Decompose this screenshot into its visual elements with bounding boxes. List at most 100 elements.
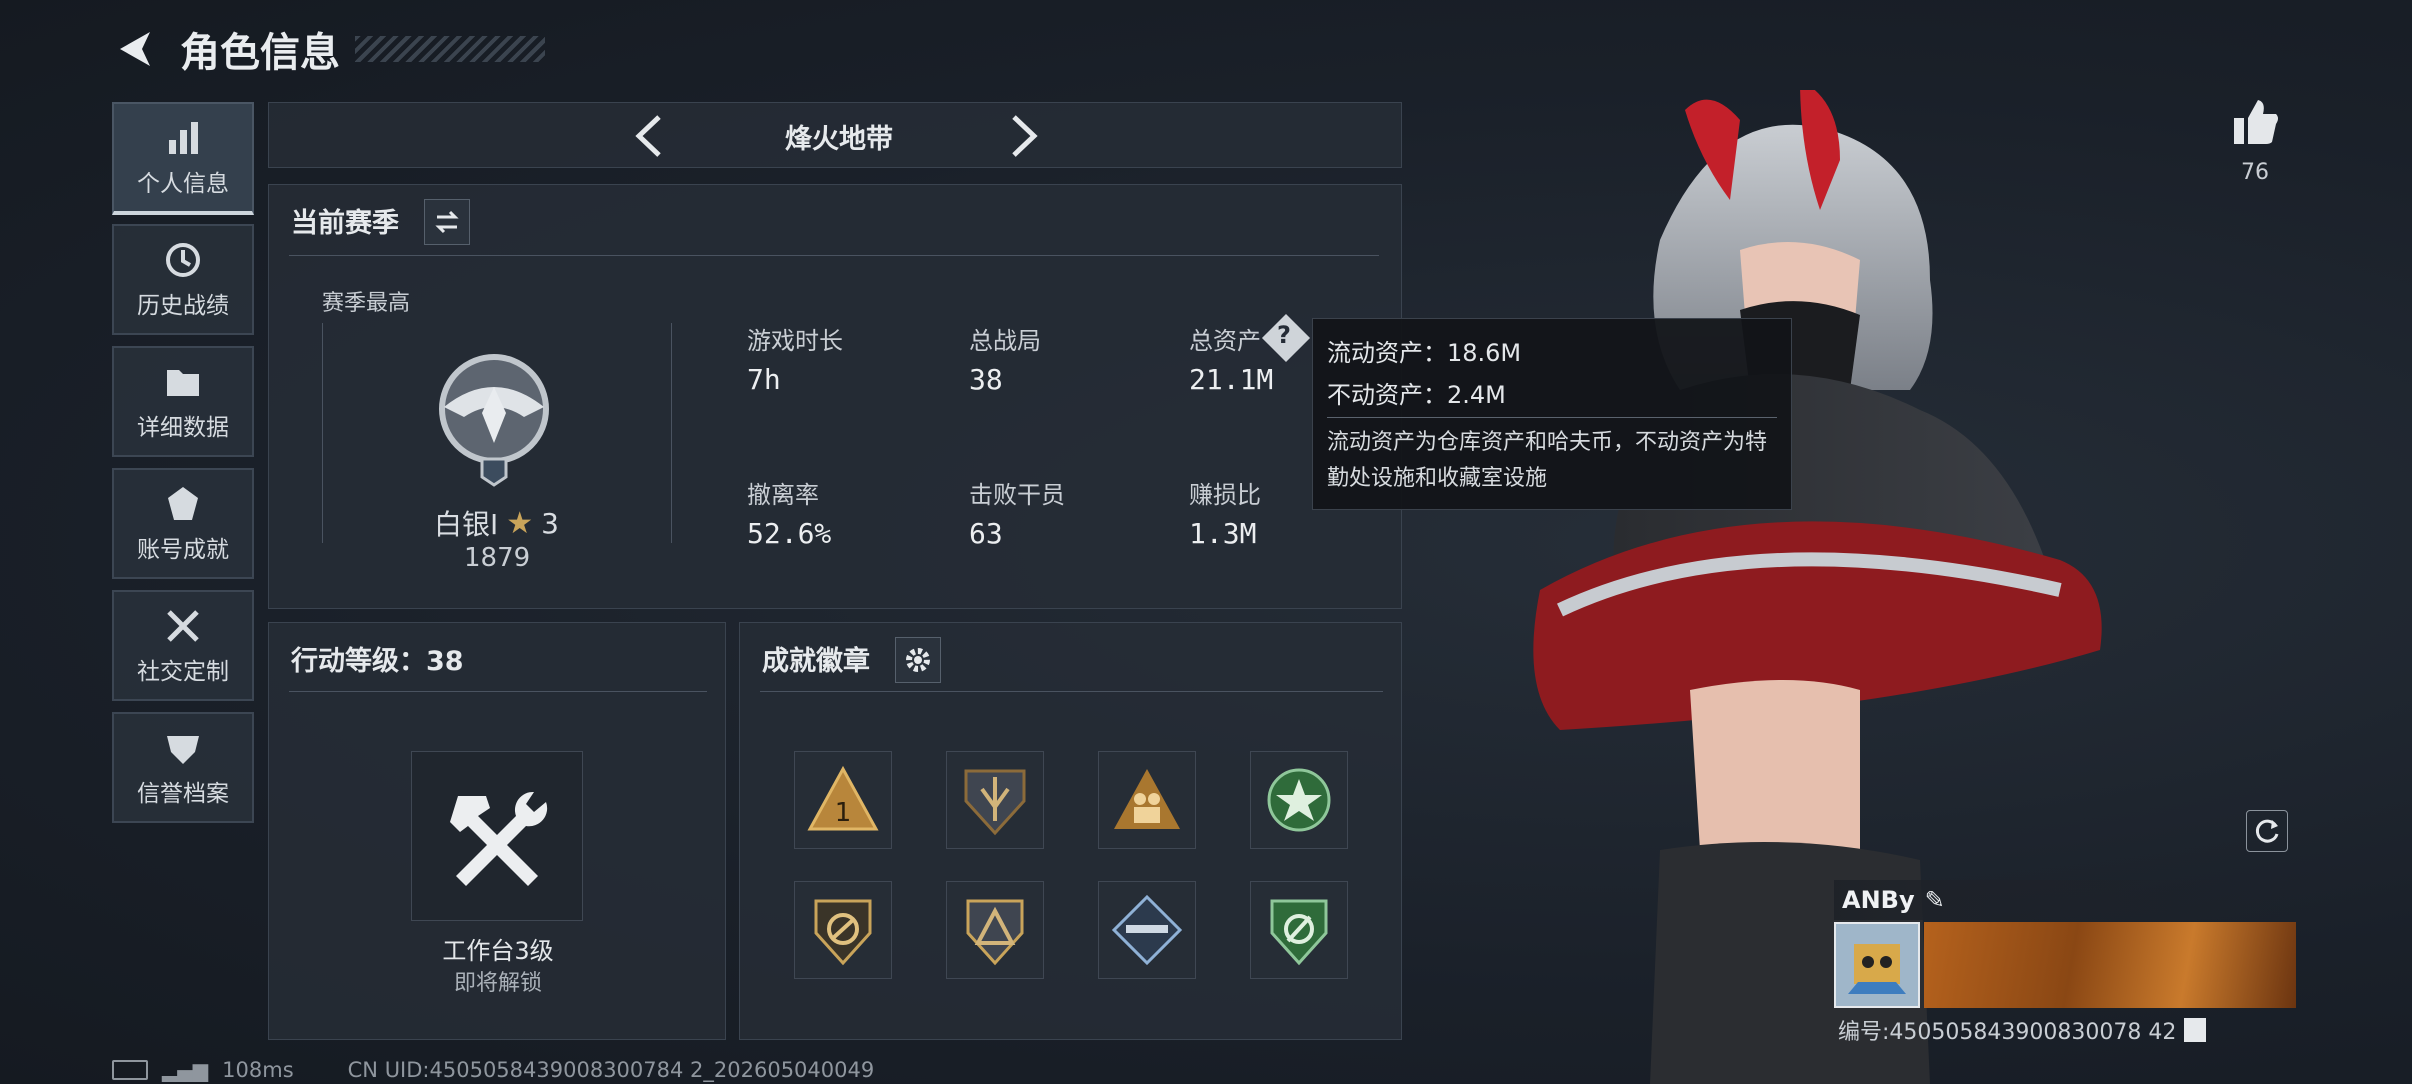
ping-value: 108ms — [222, 1058, 294, 1082]
help-icon-mark: ? — [1277, 321, 1291, 349]
achievement-badge[interactable] — [794, 881, 892, 979]
stat-value: 38 — [969, 363, 1003, 396]
compass-shield-badge-icon — [814, 899, 872, 966]
rank-score: 1879 — [464, 543, 531, 573]
folder-icon — [167, 369, 199, 396]
section-divider — [289, 691, 707, 692]
stat-value: 1.3M — [1189, 517, 1257, 550]
achievements-title: 成就徽章 — [762, 646, 870, 677]
player-banner[interactable] — [1924, 922, 2296, 1008]
edit-name-icon[interactable]: ✎ — [1925, 886, 1945, 914]
achievement-badge[interactable] — [1250, 751, 1348, 849]
achievement-badge[interactable] — [1098, 881, 1196, 979]
hammer-wrench-icon — [450, 791, 548, 886]
sidebar-item-label: 社交定制 — [137, 658, 229, 685]
sidebar-item-history[interactable]: 历史战绩 — [112, 224, 254, 335]
achievement-badge[interactable] — [1250, 881, 1348, 979]
workbench-card[interactable] — [411, 751, 583, 921]
sidebar-item-personal-info[interactable]: 个人信息 — [112, 102, 254, 215]
swap-icon — [435, 210, 459, 234]
mode-selector: 烽火地带 — [268, 102, 1402, 168]
section-divider — [760, 691, 1383, 692]
like-count: 76 — [2241, 160, 2269, 185]
achievement-badge[interactable] — [946, 881, 1044, 979]
title-decoration — [355, 36, 545, 62]
achievement-icon — [168, 486, 198, 520]
bar-chart-icon — [169, 121, 198, 154]
player-id-row: 编号:450505843900830078 42 — [1838, 1014, 2207, 1046]
pyramid-shield-badge-icon — [966, 899, 1024, 966]
season-best-label: 赛季最高 — [322, 291, 411, 316]
stat-value: 7h — [747, 363, 781, 396]
rifle-diamond-badge-icon — [1111, 894, 1183, 966]
player-name: ANBy — [1842, 886, 1915, 914]
unlock-label: 即将解锁 — [453, 971, 542, 996]
achievements-panel: 成就徽章 1 — [739, 622, 1402, 1040]
achievement-badge[interactable] — [946, 751, 1044, 849]
green-shield-badge-icon — [1270, 899, 1328, 966]
player-card: ANBy ✎ — [1834, 880, 2296, 1010]
sidebar-item-social[interactable]: 社交定制 — [112, 590, 254, 701]
rank-name-row: 白银Ⅰ ★ 3 — [434, 503, 559, 543]
tools-icon — [167, 609, 199, 642]
back-arrow-icon — [120, 32, 150, 66]
sidebar-item-label: 历史战绩 — [137, 292, 229, 319]
triangle-one-badge-icon: 1 — [807, 765, 879, 831]
footer: ▂▄▆ 108ms CN UID:4505058439008300784 2_2… — [112, 1058, 874, 1082]
avatar-icon — [1848, 944, 1906, 994]
tooltip-divider — [1327, 417, 1777, 418]
sidebar-item-label: 个人信息 — [137, 170, 229, 197]
action-level-title: 行动等级：38 — [291, 646, 464, 677]
season-panel: 当前赛季 赛季最高 白银Ⅰ ★ 3 1879 游戏时长 7h 总战局 38 总资… — [268, 184, 1402, 609]
asset-description: 流动资产为仓库资产和哈夫币，不动资产为特勤处设施和收藏室设施 — [1327, 430, 1768, 491]
like-icon[interactable] — [2230, 98, 2280, 146]
sidebar-item-detailed-data[interactable]: 详细数据 — [112, 346, 254, 457]
history-icon — [166, 242, 200, 277]
stat-label: 击败干员 — [969, 481, 1065, 509]
green-star-badge-icon — [1267, 768, 1331, 832]
sidebar-item-reputation[interactable]: 信誉档案 — [112, 712, 254, 823]
section-divider — [289, 255, 1379, 256]
action-level-panel: 行动等级：38 工作台3级 即将解锁 — [268, 622, 726, 1040]
star-icon: ★ — [506, 505, 534, 541]
season-title: 当前赛季 — [291, 208, 399, 239]
rotate-button[interactable] — [2246, 810, 2288, 852]
stat-label: 赚损比 — [1189, 481, 1261, 509]
shield-arrow-badge-icon — [964, 769, 1026, 836]
switch-season-button[interactable] — [424, 199, 470, 245]
asset-tooltip: 流动资产：18.6M 不动资产：2.4M 流动资产为仓库资产和哈夫币，不动资产为… — [1312, 318, 1792, 510]
mode-title: 烽火地带 — [785, 124, 893, 155]
achievement-badge[interactable]: 1 — [794, 751, 892, 849]
badge-settings-button[interactable] — [895, 637, 941, 683]
battery-icon — [112, 1060, 148, 1080]
refresh-icon — [2255, 819, 2279, 843]
stat-label: 总战局 — [969, 327, 1041, 355]
uid-text: CN UID:4505058439008300784 2_20260504004… — [347, 1058, 875, 1082]
fixed-assets: 不动资产：2.4M — [1327, 381, 1506, 409]
stat-label: 总资产 — [1189, 327, 1261, 355]
liquid-assets: 流动资产：18.6M — [1327, 339, 1522, 367]
stat-value: 21.1M — [1189, 363, 1274, 396]
achievement-badge[interactable] — [1098, 751, 1196, 849]
stat-label: 游戏时长 — [747, 327, 843, 355]
stat-value: 52.6% — [747, 517, 832, 550]
sidebar-item-label: 账号成就 — [137, 536, 229, 563]
stat-label: 撤离率 — [747, 481, 819, 509]
back-button[interactable] — [112, 26, 158, 72]
prev-mode-button[interactable] — [629, 113, 669, 159]
rank-emblem-icon — [439, 354, 549, 487]
next-mode-button[interactable] — [1004, 113, 1044, 159]
sidebar-item-achievements[interactable]: 账号成就 — [112, 468, 254, 579]
svg-text:1: 1 — [835, 798, 852, 828]
player-avatar[interactable] — [1834, 922, 1920, 1008]
rank-name: 白银Ⅰ — [434, 508, 499, 541]
copy-icon[interactable] — [2184, 1018, 2207, 1042]
player-name-row: ANBy ✎ — [1834, 880, 2294, 920]
sidebar-item-label: 信誉档案 — [137, 780, 229, 807]
signal-icon: ▂▄▆ — [162, 1058, 209, 1082]
rank-stars: 3 — [541, 506, 559, 540]
soldiers-badge-icon — [1114, 769, 1180, 829]
player-id: 编号:450505843900830078 42 — [1838, 1020, 2177, 1045]
shield-badge-icon — [167, 735, 199, 764]
stat-value: 63 — [969, 517, 1003, 550]
